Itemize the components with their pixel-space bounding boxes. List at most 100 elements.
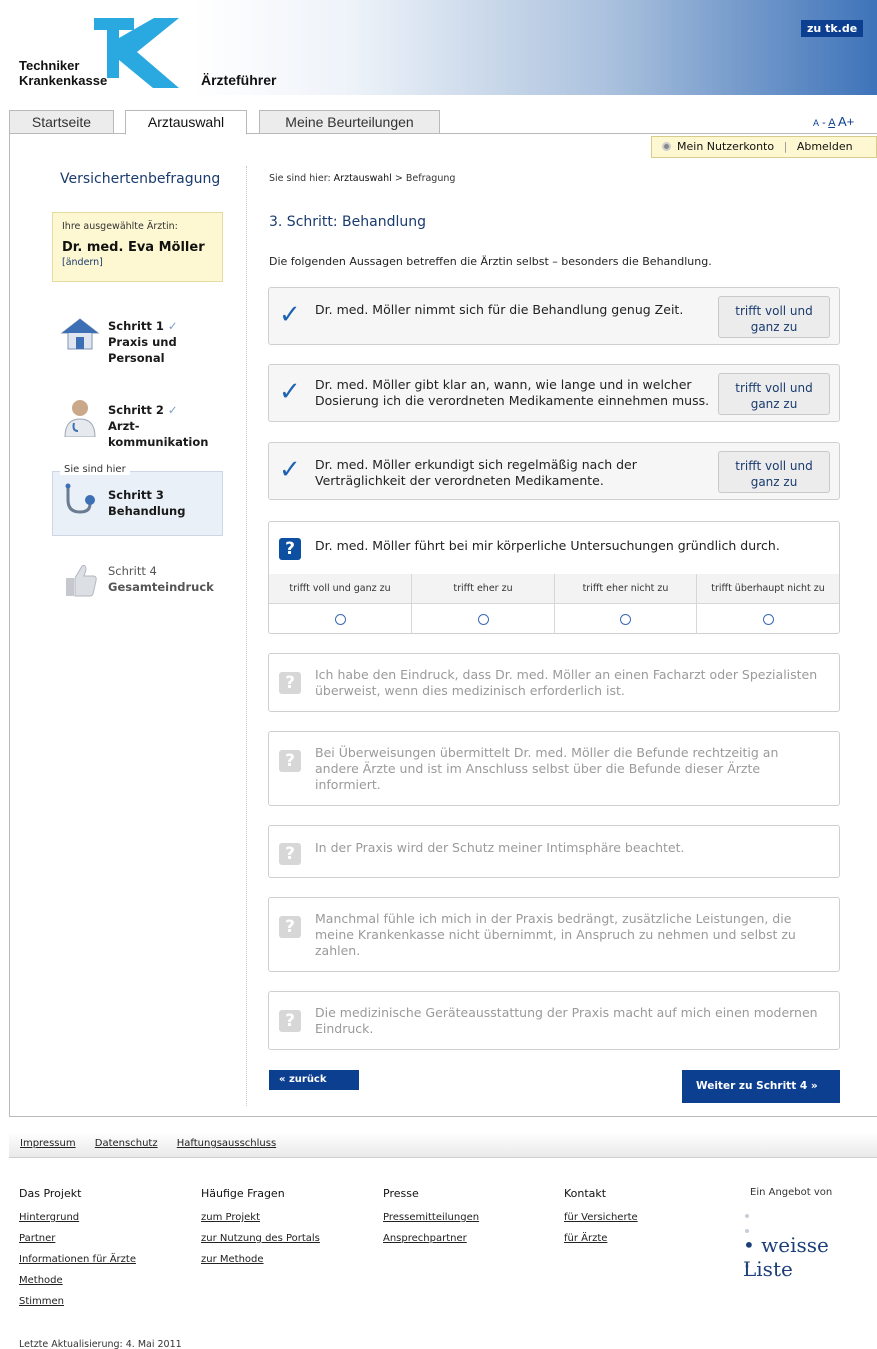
footer-link-haftungsausschluss[interactable]: Haftungsausschluss — [177, 1138, 276, 1149]
breadcrumb: Sie sind hier: Arztauswahl > Befragung — [269, 173, 455, 184]
question-text-line2: andere Ärzte und ist im Anschluss selbst… — [315, 761, 761, 776]
checkmark-icon: ✓ — [279, 377, 301, 407]
sidebar-step-1[interactable]: Schritt 1 ✓ Praxis und Personal — [52, 307, 223, 367]
footer-heading: Das Projekt — [19, 1187, 82, 1200]
step-1-number: Schritt 1 — [108, 319, 164, 333]
back-button[interactable]: « zurück — [269, 1070, 359, 1090]
footer-link[interactable]: für Versicherte — [564, 1212, 638, 1223]
question-text-line2: Verträglichkeit der verordneten Medikame… — [315, 473, 604, 488]
question-text-line2: meine Krankenkasse nicht übernimmt, in A… — [315, 927, 796, 942]
font-medium-button[interactable]: A — [828, 117, 835, 129]
question-mark-icon: ? — [279, 1010, 301, 1032]
step-4-number: Schritt 4 — [108, 564, 157, 578]
font-size-controls: A - A A+ — [813, 114, 854, 129]
answered-question-2: ✓ Dr. med. Möller gibt klar an, wann, wi… — [268, 364, 840, 422]
gear-icon — [662, 142, 671, 151]
step-2-number: Schritt 2 — [108, 403, 164, 417]
footer-column-fragen: Häufige Fragen zum Projekt zur Nutzung d… — [201, 1187, 320, 1275]
footer-link[interactable]: Stimmen — [19, 1296, 136, 1307]
font-large-button[interactable]: A+ — [838, 114, 854, 129]
footer-link[interactable]: Pressemitteilungen — [383, 1212, 479, 1223]
logo-dot — [745, 1214, 749, 1218]
footer-heading: Kontakt — [564, 1187, 607, 1200]
sidebar-step-3[interactable]: Schritt 3 Behandlung — [52, 478, 223, 532]
last-updated: Letzte Aktualisierung: 4. Mai 2011 — [19, 1339, 182, 1349]
sidebar-step-2[interactable]: Schritt 2 ✓ Arzt- kommunikation — [52, 395, 223, 455]
thumbs-up-icon — [66, 565, 97, 597]
question-text-line2: Eindruck. — [315, 1021, 374, 1036]
footer-column-kontakt: Kontakt für Versicherte für Ärzte — [564, 1187, 638, 1254]
upcoming-question-4: ? Manchmal fühle ich mich in der Praxis … — [268, 897, 840, 972]
intro-text: Die folgenden Aussagen betreffen die Ärz… — [269, 255, 712, 268]
question-text-line1: Dr. med. Möller erkundigt sich regelmäßi… — [315, 457, 637, 472]
step-1-label-line1: Praxis und — [108, 335, 177, 349]
doctor-icon — [64, 400, 96, 437]
footer-link[interactable]: Ansprechpartner — [383, 1233, 479, 1244]
radio-trifft-voll-und-ganz-zu[interactable] — [334, 614, 346, 625]
footer-link[interactable]: Methode — [19, 1275, 136, 1286]
change-doctor-link[interactable]: [ändern] — [62, 257, 103, 268]
footer-link[interactable]: Informationen für Ärzte — [19, 1254, 136, 1265]
step-4-label: Gesamteindruck — [108, 580, 214, 594]
answer-label-line2: ganz zu — [750, 475, 798, 489]
step-1-label-line2: Personal — [108, 351, 165, 365]
option-trifft-ueberhaupt-nicht-zu: trifft überhaupt nicht zu — [697, 574, 839, 634]
question-text-line1: Bei Überweisungen übermittelt Dr. med. M… — [315, 745, 779, 760]
selected-doctor-name: Dr. med. Eva Möller — [62, 240, 205, 255]
option-label: trifft überhaupt nicht zu — [697, 574, 839, 604]
upcoming-question-3: ? In der Praxis wird der Schutz meiner I… — [268, 825, 840, 878]
to-tk-link[interactable]: zu tk.de — [801, 20, 864, 37]
footer-link[interactable]: Partner — [19, 1233, 136, 1244]
question-mark-icon: ? — [279, 538, 301, 560]
footer-link-datenschutz[interactable]: Datenschutz — [95, 1138, 158, 1149]
question-text: Dr. med. Möller führt bei mir körperlich… — [315, 538, 780, 553]
step-3-label: Behandlung — [108, 504, 186, 518]
option-trifft-eher-zu: trifft eher zu — [412, 574, 555, 634]
step-2-label-line1: Arzt- — [108, 419, 140, 433]
answer-button[interactable]: trifft voll und ganz zu — [718, 373, 830, 415]
logout-link[interactable]: Abmelden — [797, 140, 853, 153]
footer-link[interactable]: zur Methode — [201, 1254, 320, 1265]
tab-arztauswahl[interactable]: Arztauswahl — [125, 110, 247, 135]
footer-link[interactable]: zum Projekt — [201, 1212, 320, 1223]
question-text: Dr. med. Möller nimmt sich für die Behan… — [315, 302, 684, 317]
my-account-link[interactable]: Mein Nutzerkonto — [677, 140, 774, 153]
step-1-check-icon: ✓ — [167, 319, 178, 333]
current-question: ? Dr. med. Möller führt bei mir körperli… — [268, 521, 840, 634]
footer-link[interactable]: Hintergrund — [19, 1212, 136, 1223]
brand-line2: Krankenkasse — [19, 73, 108, 88]
answer-button[interactable]: trifft voll und ganz zu — [718, 296, 830, 338]
you-are-here-label: Sie sind hier — [60, 464, 130, 475]
breadcrumb-link-arztauswahl[interactable]: Arztauswahl — [334, 173, 392, 184]
answer-label-line2: ganz zu — [750, 320, 798, 334]
footer-link[interactable]: zur Nutzung des Portals — [201, 1233, 320, 1244]
option-trifft-voll-und-ganz-zu: trifft voll und ganz zu — [269, 574, 412, 634]
tab-startseite[interactable]: Startseite — [9, 110, 114, 134]
radio-trifft-ueberhaupt-nicht-zu[interactable] — [762, 614, 774, 625]
next-step-button[interactable]: Weiter zu Schritt 4 » — [682, 1070, 840, 1103]
answer-button[interactable]: trifft voll und ganz zu — [718, 451, 830, 493]
answer-label-line1: trifft voll und — [735, 304, 813, 318]
radio-trifft-eher-nicht-zu[interactable] — [620, 614, 631, 625]
question-text-line1: Dr. med. Möller gibt klar an, wann, wie … — [315, 377, 692, 392]
question-text-line2: überweist, wenn dies medizinisch erforde… — [315, 683, 625, 698]
house-icon — [60, 318, 100, 350]
footer-link-bar: Impressum Datenschutz Haftungsausschluss — [9, 1132, 877, 1158]
footer-link[interactable]: für Ärzte — [564, 1233, 638, 1244]
option-trifft-eher-nicht-zu: trifft eher nicht zu — [555, 574, 697, 634]
breadcrumb-separator: > — [394, 173, 403, 184]
question-mark-icon: ? — [279, 916, 301, 938]
radio-trifft-eher-zu[interactable] — [477, 614, 489, 625]
weisse-liste-logo[interactable]: • weisse Liste — [743, 1233, 877, 1281]
product-name: Ärzteführer — [201, 72, 277, 88]
font-small-button[interactable]: A — [813, 118, 819, 128]
tab-meine-beurteilungen[interactable]: Meine Beurteilungen — [259, 110, 440, 134]
answered-question-3: ✓ Dr. med. Möller erkundigt sich regelmä… — [268, 442, 840, 500]
tk-logo[interactable]: Techniker Krankenkasse — [19, 18, 179, 90]
footer-heading: Presse — [383, 1187, 419, 1200]
footer-column-projekt: Das Projekt Hintergrund Partner Informat… — [19, 1187, 136, 1317]
answer-label-line1: trifft voll und — [735, 459, 813, 473]
footer-link-impressum[interactable]: Impressum — [20, 1138, 76, 1149]
checkmark-icon: ✓ — [279, 455, 301, 485]
question-text-line2: Dosierung ich die verordneten Medikament… — [315, 393, 710, 408]
